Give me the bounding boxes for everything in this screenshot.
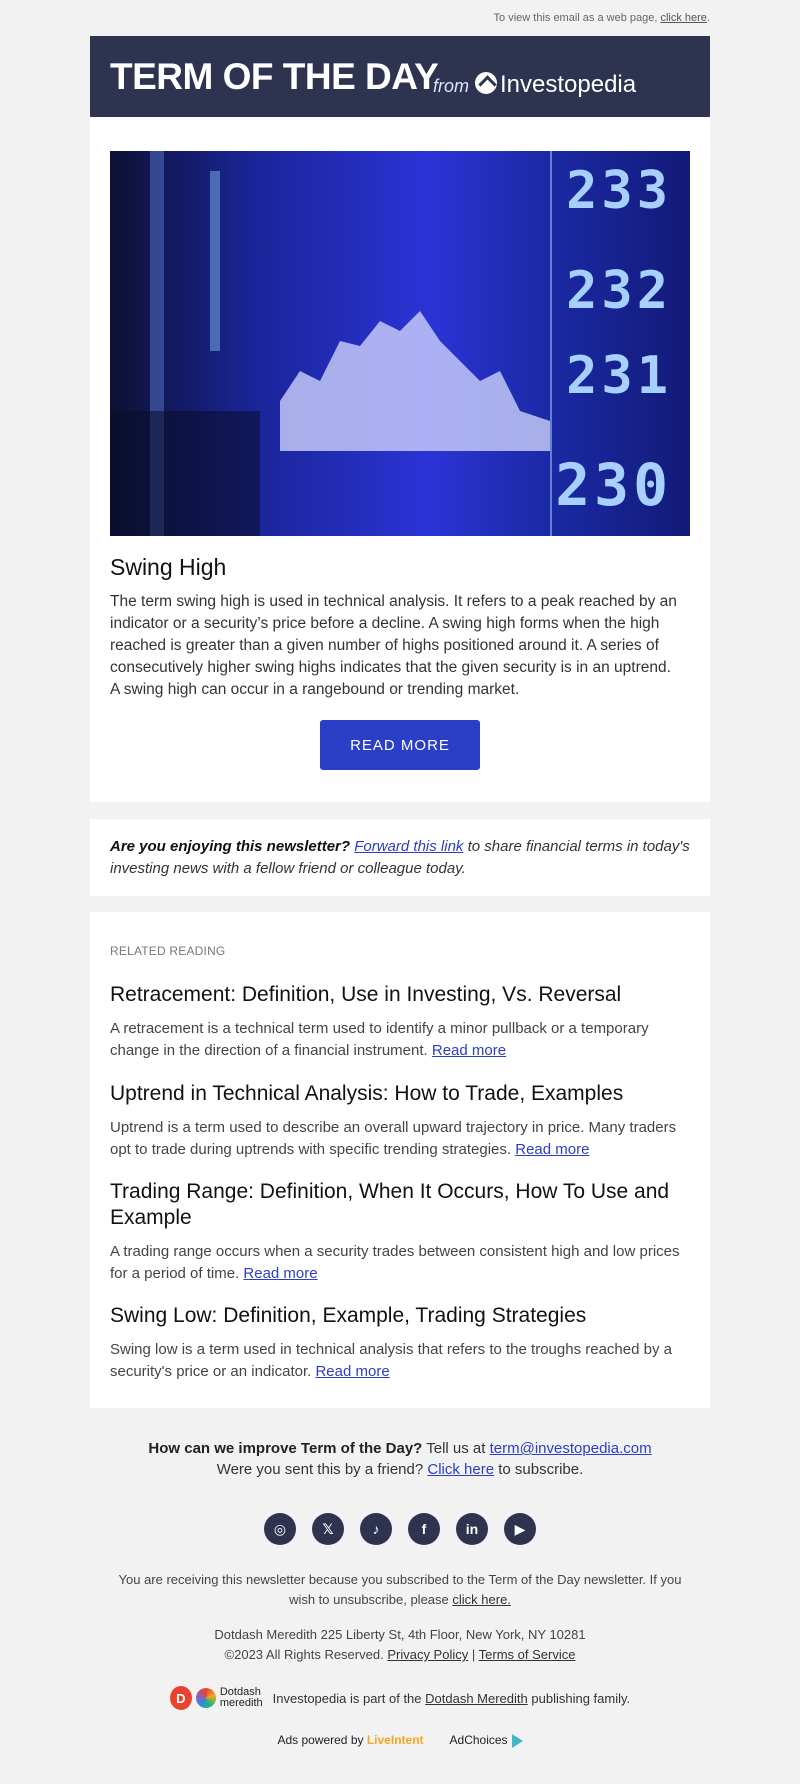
forward-link[interactable]: Forward this link <box>354 838 463 855</box>
youtube-icon[interactable]: ▶ <box>504 1513 536 1545</box>
related-item-text: Swing low is a term used in technical an… <box>110 1341 672 1380</box>
divider-line <box>550 151 552 536</box>
read-more-link[interactable]: Read more <box>432 1042 506 1059</box>
ticker-value: 232 <box>566 261 672 321</box>
read-more-link[interactable]: Read more <box>515 1141 589 1158</box>
street-shadow <box>110 411 260 536</box>
footer: How can we improve Term of the Day? Tell… <box>0 1440 800 1748</box>
related-reading-card: RELATED READING Retracement: Definition,… <box>90 912 710 1408</box>
x-icon[interactable]: 𝕏 <box>312 1513 344 1545</box>
share-question: Are you enjoying this newsletter? <box>110 838 351 855</box>
adchoices-icon <box>511 1733 523 1748</box>
ads-line: Ads powered by LiveIntent AdChoices <box>0 1733 800 1748</box>
investopedia-logo-icon <box>475 72 497 94</box>
newsletter-header: TERM OF THE DAY from Investopedia <box>90 36 710 117</box>
publisher-family-line: D Dotdash meredith Investopedia is part o… <box>0 1686 800 1710</box>
related-reading-label: RELATED READING <box>110 944 226 958</box>
unsubscribe-link[interactable]: click here. <box>452 1592 511 1607</box>
term-title: Swing High <box>110 554 227 580</box>
ticker-value: 230 <box>555 451 672 519</box>
read-more-button[interactable]: READ MORE <box>320 720 480 770</box>
share-text: Are you enjoying this newsletter? Forwar… <box>110 836 690 880</box>
web-view-text: To view this email as a web page, <box>493 12 658 24</box>
subscription-note: You are receiving this newsletter becaus… <box>118 1572 682 1607</box>
related-item-title[interactable]: Swing Low: Definition, Example, Trading … <box>110 1303 680 1329</box>
light-strip <box>210 171 220 351</box>
read-more-link[interactable]: Read more <box>315 1363 389 1380</box>
feedback-question: How can we improve Term of the Day? <box>148 1440 423 1457</box>
related-item-title[interactable]: Retracement: Definition, Use in Investin… <box>110 982 680 1008</box>
dotdash-meredith-link[interactable]: Dotdash Meredith <box>425 1691 528 1706</box>
related-item-text: Uptrend is a term used to describe an ov… <box>110 1119 677 1158</box>
liveintent-logo: LiveIntent <box>366 1733 424 1748</box>
adchoices-link[interactable]: AdChoices <box>450 1733 523 1748</box>
legal-line: ©2023 All Rights Reserved. Privacy Polic… <box>224 1647 576 1662</box>
related-item-text: A trading range occurs when a security t… <box>110 1243 680 1282</box>
ticker-value: 233 <box>566 161 672 221</box>
privacy-policy-link[interactable]: Privacy Policy <box>387 1647 468 1662</box>
term-description: The term swing high is used in technical… <box>110 593 677 698</box>
web-view-line: To view this email as a web page, click … <box>493 12 710 24</box>
dotdash-meredith-logo: D Dotdash meredith <box>169 1686 263 1710</box>
dotdash-d-icon: D <box>169 1686 192 1710</box>
newsletter-title: TERM OF THE DAY <box>110 56 439 97</box>
linkedin-icon[interactable]: in <box>456 1513 488 1545</box>
brand-name: Investopedia <box>500 71 637 98</box>
term-card: 233 232 231 230 Swing High The term swin… <box>90 117 710 802</box>
subscribe-line: Were you sent this by a friend? Click he… <box>216 1461 584 1478</box>
ads-powered-by[interactable]: Ads powered by LiveIntent <box>277 1733 423 1747</box>
terms-of-service-link[interactable]: Terms of Service <box>479 1647 576 1662</box>
ticker-value: 231 <box>566 346 672 406</box>
related-item: Uptrend in Technical Analysis: How to Tr… <box>110 1081 680 1161</box>
related-item-text: A retracement is a technical term used t… <box>110 1020 649 1059</box>
related-item: Trading Range: Definition, When It Occur… <box>110 1179 680 1285</box>
facebook-icon[interactable]: f <box>408 1513 440 1545</box>
from-label: from <box>433 76 469 96</box>
dotdash-meredith-wordmark: Dotdash meredith <box>219 1686 263 1709</box>
related-item-title[interactable]: Uptrend in Technical Analysis: How to Tr… <box>110 1081 680 1107</box>
meredith-circle-icon <box>195 1688 216 1708</box>
feedback-email-link[interactable]: term@investopedia.com <box>490 1440 652 1457</box>
tiktok-icon[interactable]: ♪ <box>360 1513 392 1545</box>
related-item: Swing Low: Definition, Example, Trading … <box>110 1303 680 1383</box>
stock-ticker-image[interactable]: 233 232 231 230 <box>110 151 690 536</box>
company-address: Dotdash Meredith 225 Liberty St, 4th Flo… <box>214 1627 586 1642</box>
subscribe-link[interactable]: Click here <box>427 1461 494 1478</box>
feedback-line: How can we improve Term of the Day? Tell… <box>148 1440 652 1457</box>
company-address-block: Dotdash Meredith 225 Liberty St, 4th Flo… <box>0 1625 800 1665</box>
related-item: Retracement: Definition, Use in Investin… <box>110 982 680 1062</box>
publisher-family-text: Investopedia is part of the Dotdash Mere… <box>272 1690 631 1706</box>
instagram-icon[interactable]: ◎ <box>264 1513 296 1545</box>
read-more-link[interactable]: Read more <box>243 1265 317 1282</box>
price-chart-graphic <box>280 311 550 451</box>
web-view-link[interactable]: click here <box>660 12 706 24</box>
share-card: Are you enjoying this newsletter? Forwar… <box>90 819 710 896</box>
related-item-title[interactable]: Trading Range: Definition, When It Occur… <box>110 1179 680 1231</box>
social-links: ◎ 𝕏 ♪ f in ▶ <box>0 1513 800 1545</box>
